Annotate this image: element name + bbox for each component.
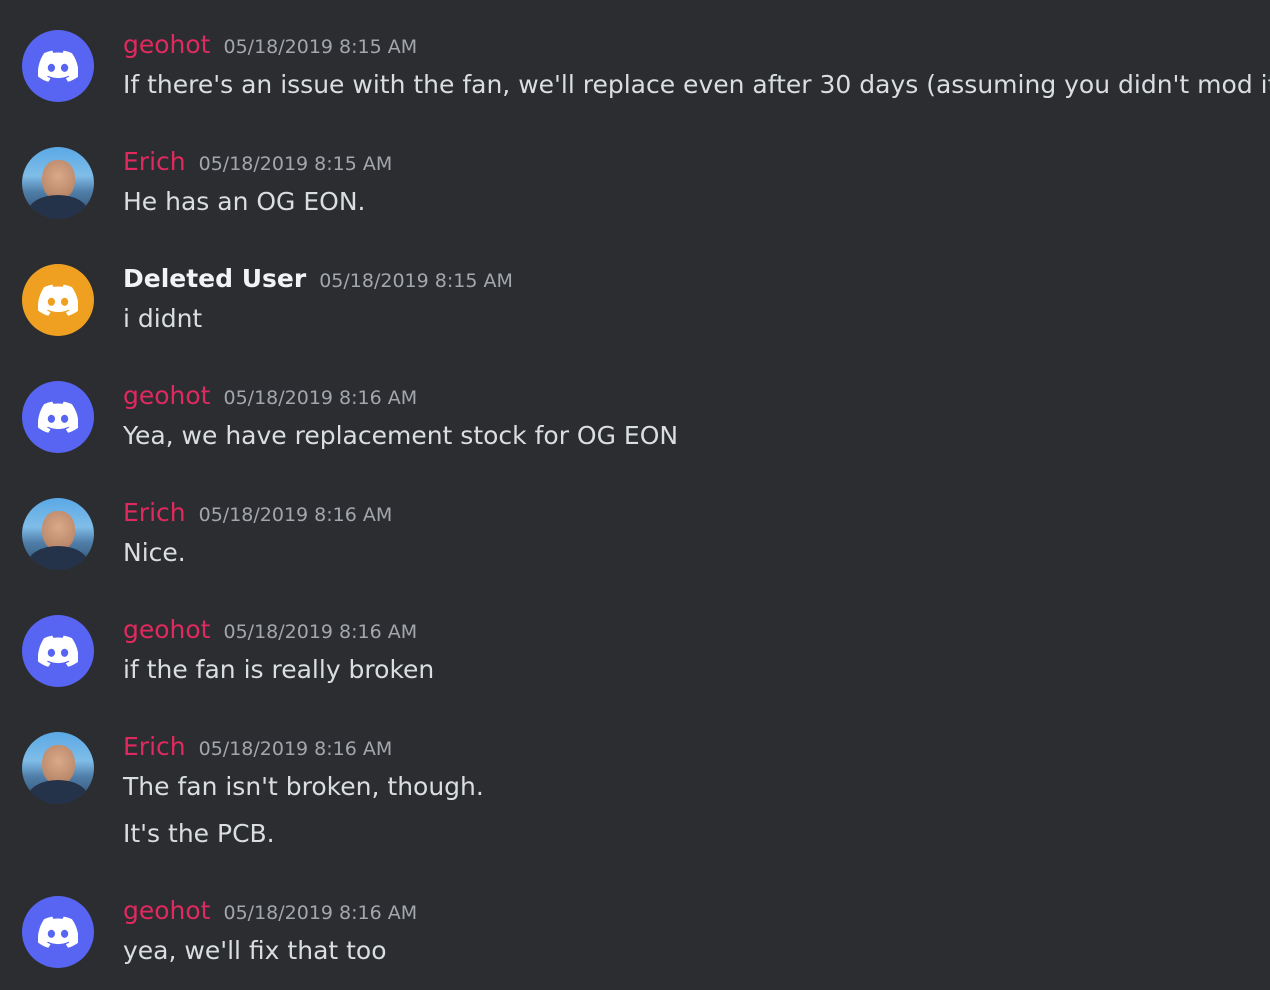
- message-header: geohot 05/18/2019 8:16 AM: [123, 896, 417, 926]
- avatar-shirt: [28, 195, 88, 219]
- user-avatar[interactable]: [22, 147, 94, 219]
- message-content: yea, we'll fix that too: [123, 936, 387, 965]
- username[interactable]: Erich: [123, 498, 186, 527]
- discord-logo-icon: [38, 284, 78, 316]
- username[interactable]: geohot: [123, 30, 211, 59]
- message-content: Nice.: [123, 538, 186, 567]
- discord-avatar-icon[interactable]: [22, 896, 94, 968]
- username[interactable]: Erich: [123, 147, 186, 176]
- discord-avatar-icon[interactable]: [22, 381, 94, 453]
- avatar-face: [42, 511, 75, 551]
- message-header: geohot 05/18/2019 8:16 AM: [123, 381, 417, 411]
- username[interactable]: geohot: [123, 381, 211, 410]
- message-header: Erich 05/18/2019 8:15 AM: [123, 147, 392, 177]
- message-header: Erich 05/18/2019 8:16 AM: [123, 498, 392, 528]
- avatar-face: [42, 745, 75, 785]
- discord-logo-icon: [38, 635, 78, 667]
- message-header: geohot 05/18/2019 8:16 AM: [123, 615, 417, 645]
- username[interactable]: geohot: [123, 615, 211, 644]
- message-content: if the fan is really broken: [123, 655, 435, 684]
- message-header: geohot 05/18/2019 8:15 AM: [123, 30, 417, 60]
- username[interactable]: Deleted User: [123, 264, 306, 293]
- message-content: Yea, we have replacement stock for OG EO…: [123, 421, 679, 450]
- discord-logo-icon: [38, 401, 78, 433]
- message-timestamp[interactable]: 05/18/2019 8:16 AM: [199, 738, 393, 760]
- message-content: He has an OG EON.: [123, 187, 366, 216]
- message-timestamp[interactable]: 05/18/2019 8:15 AM: [199, 153, 393, 175]
- discord-avatar-icon[interactable]: [22, 615, 94, 687]
- message-content: The fan isn't broken, though.: [123, 772, 484, 801]
- discord-avatar-icon[interactable]: [22, 264, 94, 336]
- avatar-shirt: [28, 546, 88, 570]
- message-header: Erich 05/18/2019 8:16 AM: [123, 732, 392, 762]
- message-timestamp[interactable]: 05/18/2019 8:15 AM: [224, 36, 418, 58]
- username[interactable]: Erich: [123, 732, 186, 761]
- message-timestamp[interactable]: 05/18/2019 8:16 AM: [224, 902, 418, 924]
- discord-logo-icon: [38, 916, 78, 948]
- message-content: i didnt: [123, 304, 203, 333]
- message-timestamp[interactable]: 05/18/2019 8:16 AM: [224, 621, 418, 643]
- user-avatar[interactable]: [22, 498, 94, 570]
- user-avatar[interactable]: [22, 732, 94, 804]
- chat-message-list: geohot 05/18/2019 8:15 AM If there's an i…: [0, 0, 1270, 990]
- avatar-shirt: [28, 780, 88, 804]
- discord-logo-icon: [38, 50, 78, 82]
- avatar-face: [42, 160, 75, 200]
- message-header: Deleted User 05/18/2019 8:15 AM: [123, 264, 513, 294]
- message-content: If there's an issue with the fan, we'll …: [123, 70, 1270, 99]
- discord-avatar-icon[interactable]: [22, 30, 94, 102]
- username[interactable]: geohot: [123, 896, 211, 925]
- message-content: It's the PCB.: [123, 819, 275, 848]
- message-timestamp[interactable]: 05/18/2019 8:16 AM: [199, 504, 393, 526]
- message-timestamp[interactable]: 05/18/2019 8:15 AM: [319, 270, 513, 292]
- message-timestamp[interactable]: 05/18/2019 8:16 AM: [224, 387, 418, 409]
